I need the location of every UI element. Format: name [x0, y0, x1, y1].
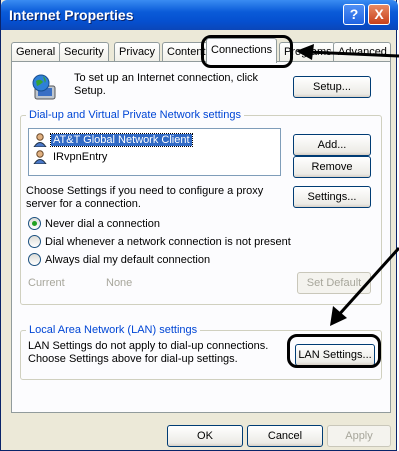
connections-list[interactable]: AT&T Global Network Client IRvpnEntry — [28, 128, 281, 176]
radio-label: Dial whenever a network connection is no… — [45, 235, 291, 248]
setup-instructions: To set up an Internet connection, click … — [74, 72, 259, 97]
cancel-button[interactable]: Cancel — [247, 425, 323, 447]
radio-label: Always dial my default connection — [45, 253, 211, 266]
list-item[interactable]: IRvpnEntry — [33, 148, 109, 165]
setup-button[interactable]: Setup... — [293, 76, 371, 98]
tab-security[interactable]: Security — [59, 42, 109, 62]
remove-button[interactable]: Remove — [293, 156, 371, 178]
radio-dial-whenever[interactable]: Dial whenever a network connection is no… — [28, 235, 291, 248]
radio-label: Never dial a connection — [45, 217, 160, 230]
title-bar[interactable]: Internet Properties ? X — [1, 0, 398, 30]
lan-settings-callout — [287, 334, 381, 368]
current-value: None — [106, 277, 133, 289]
lan-group-label: Local Area Network (LAN) settings — [26, 324, 201, 336]
radio-always-dial[interactable]: Always dial my default connection — [28, 253, 210, 266]
add-button[interactable]: Add... — [293, 134, 371, 156]
radio-button[interactable] — [28, 253, 41, 266]
dialup-group-label: Dial-up and Virtual Private Network sett… — [26, 109, 244, 121]
tab-connections[interactable]: Connections — [206, 38, 278, 63]
help-button[interactable]: ? — [343, 4, 365, 25]
list-item-label: IRvpnEntry — [53, 150, 108, 163]
window-title: Internet Properties — [9, 7, 134, 23]
internet-properties-dialog: Internet Properties ? X General Security… — [0, 0, 398, 451]
list-item[interactable]: AT&T Global Network Client — [33, 131, 193, 148]
settings-button[interactable]: Settings... — [293, 186, 371, 208]
globe-computer-icon — [31, 74, 61, 102]
tab-privacy[interactable]: Privacy — [114, 42, 161, 62]
ok-button[interactable]: OK — [167, 425, 243, 447]
proxy-instructions: Choose Settings if you need to configure… — [26, 185, 264, 210]
lan-instructions: LAN Settings do not apply to dial-up con… — [28, 340, 269, 365]
connection-icon — [33, 149, 48, 164]
apply-button[interactable]: Apply — [327, 425, 391, 447]
list-item-label: AT&T Global Network Client — [50, 132, 193, 147]
tab-advanced[interactable]: Advanced — [333, 42, 391, 62]
connection-icon — [33, 132, 48, 147]
current-label: Current — [28, 277, 65, 289]
radio-never-dial[interactable]: Never dial a connection — [28, 217, 160, 230]
radio-button[interactable] — [28, 235, 41, 248]
radio-button-selected[interactable] — [28, 217, 41, 230]
close-button[interactable]: X — [368, 4, 390, 25]
set-default-button[interactable]: Set Default — [297, 272, 371, 294]
tab-general[interactable]: General — [11, 42, 61, 62]
